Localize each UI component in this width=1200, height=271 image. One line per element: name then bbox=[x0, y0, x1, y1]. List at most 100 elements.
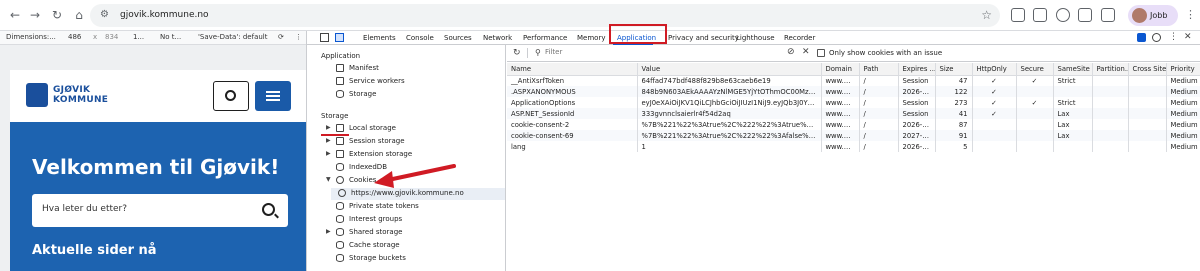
site-info-icon[interactable]: ⚙ bbox=[100, 9, 109, 20]
ai-assistant-icon[interactable] bbox=[1137, 33, 1146, 42]
sidebar-item-interest-groups[interactable]: Interest groups bbox=[321, 214, 505, 226]
sidebar-item-indexeddb[interactable]: IndexedDB bbox=[321, 162, 505, 174]
column-header[interactable]: SameSite bbox=[1053, 63, 1093, 76]
table-row[interactable]: ASP.NET_SessionId 333gvnnclsaierlr4f54d2a… bbox=[507, 108, 1200, 119]
sidebar-item-storage-overview[interactable]: Storage bbox=[321, 89, 505, 101]
sidebar-item-storage-buckets[interactable]: Storage buckets bbox=[321, 253, 505, 265]
expand-arrow-icon[interactable]: ▶ bbox=[326, 150, 331, 157]
column-header[interactable]: Size bbox=[935, 63, 973, 76]
column-header[interactable]: Name bbox=[507, 63, 638, 76]
bookmark-star-icon[interactable]: ☆ bbox=[981, 8, 992, 22]
address-bar[interactable]: ⚙ gjovik.kommune.no ☆ bbox=[90, 4, 1000, 27]
table-cell: %7B%221%22%3Atrue%2C%222%22%3Atrue%2C%22… bbox=[637, 119, 822, 130]
sidebar-item-private-state-tokens[interactable]: Private state tokens bbox=[321, 201, 505, 213]
dimensions-select[interactable]: Dimensions:... bbox=[6, 33, 56, 41]
sidebar-item-service-workers[interactable]: Service workers bbox=[321, 76, 505, 88]
reload-icon[interactable]: ↻ bbox=[50, 8, 64, 22]
sidebar-item-shared-storage[interactable]: ▶ Shared storage bbox=[321, 227, 505, 239]
cookie-filter-input[interactable] bbox=[545, 48, 775, 56]
more-icon[interactable]: ⋮ bbox=[295, 33, 302, 41]
sidebar-item-cache-storage[interactable]: Cache storage bbox=[321, 240, 505, 252]
profile-name: Jobb bbox=[1150, 11, 1168, 20]
devtools-panel: Elements Console Sources Network Perform… bbox=[306, 24, 1200, 271]
save-data-select[interactable]: 'Save-Data': default bbox=[198, 33, 267, 41]
column-header[interactable]: Value bbox=[637, 63, 822, 76]
rotate-icon[interactable]: ⟳ bbox=[278, 33, 284, 41]
tab-memory[interactable]: Memory bbox=[577, 34, 605, 42]
collapse-arrow-icon[interactable]: ▼ bbox=[326, 176, 331, 183]
address-url[interactable]: gjovik.kommune.no bbox=[120, 10, 209, 20]
application-sidebar: Application Manifest Service workers Sto… bbox=[307, 45, 506, 271]
menu-kebab-icon[interactable]: ⋮ bbox=[1185, 8, 1196, 21]
only-issue-checkbox[interactable] bbox=[817, 49, 825, 57]
expand-arrow-icon[interactable]: ▶ bbox=[326, 137, 331, 144]
column-header[interactable]: Domain bbox=[821, 63, 860, 76]
column-header[interactable]: Cross Site bbox=[1128, 63, 1167, 76]
column-header[interactable]: Expires ... bbox=[898, 63, 936, 76]
column-header[interactable]: Path bbox=[859, 63, 899, 76]
expand-arrow-icon[interactable]: ▶ bbox=[326, 124, 331, 131]
column-header[interactable]: Secure bbox=[1016, 63, 1054, 76]
profile-button[interactable]: Jobb bbox=[1128, 5, 1178, 26]
table-row[interactable]: cookie-consent-2 %7B%221%22%3Atrue%2C%222… bbox=[507, 119, 1200, 130]
table-row[interactable]: __AntiXsrfToken 64ffad747bdf488f829b8e63c… bbox=[507, 75, 1200, 86]
zoom-select[interactable]: 1... bbox=[133, 33, 144, 41]
tab-lighthouse[interactable]: Lighthouse bbox=[736, 34, 775, 42]
extension-icon[interactable] bbox=[1033, 8, 1047, 22]
devtools-more-icon[interactable]: ⋮ bbox=[1169, 32, 1178, 42]
column-header[interactable]: Partition... bbox=[1092, 63, 1129, 76]
column-header[interactable]: HttpOnly bbox=[972, 63, 1017, 76]
device-toggle-icon[interactable] bbox=[335, 33, 344, 42]
sidebar-item-extension-storage[interactable]: ▶ Extension storage bbox=[321, 149, 505, 161]
inspect-icon[interactable] bbox=[320, 33, 329, 42]
tab-performance[interactable]: Performance bbox=[523, 34, 567, 42]
table-header-row: Name Value Domain Path Expires ... Size … bbox=[507, 63, 1200, 76]
sidebar-item-local-storage[interactable]: ▶ Local storage bbox=[321, 123, 505, 135]
tab-recorder[interactable]: Recorder bbox=[784, 34, 815, 42]
table-row[interactable]: .ASPXANONYMOUS 848b9N603AEkAAAAYzNlMGE5Yj… bbox=[507, 86, 1200, 97]
sidebar-item-session-storage[interactable]: ▶ Session storage bbox=[321, 136, 505, 148]
sidebar-item-cookies[interactable]: ▼ Cookies bbox=[321, 175, 505, 187]
tab-console[interactable]: Console bbox=[406, 34, 434, 42]
table-cell: Lax bbox=[1053, 130, 1093, 141]
device-toolbar: Dimensions:... 486 x 834 1... No t... 'S… bbox=[0, 31, 306, 45]
sidebar-item-cookie-origin[interactable]: https://www.gjovik.kommune.no bbox=[331, 188, 505, 200]
site-menu-button[interactable] bbox=[255, 81, 291, 111]
expand-arrow-icon[interactable]: ▶ bbox=[326, 228, 331, 235]
settings-gear-icon[interactable] bbox=[1152, 33, 1161, 42]
clear-all-icon[interactable]: ⊘ bbox=[787, 47, 795, 57]
sidebar-item-manifest[interactable]: Manifest bbox=[321, 63, 505, 75]
translate-icon[interactable] bbox=[1011, 8, 1025, 22]
delete-selected-icon[interactable]: ✕ bbox=[802, 47, 810, 57]
table-row[interactable]: lang 1 www.gj.../2026-01... 5 Medium bbox=[507, 141, 1200, 152]
refresh-icon[interactable]: ↻ bbox=[513, 48, 521, 58]
site-header: GJØVIK KOMMUNE bbox=[10, 70, 306, 122]
site-logo[interactable]: GJØVIK KOMMUNE bbox=[26, 81, 118, 111]
table-row[interactable]: ApplicationOptions eyJ0eXAiOiJKV1QiLCJhbG… bbox=[507, 97, 1200, 108]
website-viewport: GJØVIK KOMMUNE Velkommen til Gjøvik! Akt… bbox=[10, 70, 306, 271]
tab-privacy-security[interactable]: Privacy and security bbox=[668, 34, 739, 42]
height-input[interactable]: 834 bbox=[105, 33, 118, 41]
width-input[interactable]: 486 bbox=[68, 33, 81, 41]
tab-elements[interactable]: Elements bbox=[363, 34, 396, 42]
database-icon bbox=[336, 163, 344, 171]
tab-sources[interactable]: Sources bbox=[444, 34, 472, 42]
extension-icon[interactable] bbox=[1056, 8, 1070, 22]
hero-search-input[interactable] bbox=[42, 204, 242, 214]
site-search-button[interactable] bbox=[213, 81, 249, 111]
table-cell bbox=[1092, 97, 1129, 108]
home-icon[interactable]: ⌂ bbox=[72, 8, 86, 22]
forward-icon[interactable]: → bbox=[28, 8, 42, 22]
close-icon[interactable]: ✕ bbox=[1184, 32, 1192, 42]
table-icon bbox=[336, 124, 344, 132]
tab-network[interactable]: Network bbox=[483, 34, 512, 42]
table-cell: www.gj... bbox=[821, 130, 860, 141]
puzzle-icon[interactable] bbox=[1078, 8, 1092, 22]
tab-search-icon[interactable] bbox=[1101, 8, 1115, 22]
back-icon[interactable]: ← bbox=[8, 8, 22, 22]
throttle-select[interactable]: No t... bbox=[160, 33, 181, 41]
table-cell: .ASPXANONYMOUS bbox=[507, 86, 638, 97]
table-row[interactable]: cookie-consent-69 %7B%221%22%3Atrue%2C%22… bbox=[507, 130, 1200, 141]
hero-search-box[interactable] bbox=[32, 194, 288, 227]
column-header[interactable]: Priority bbox=[1166, 63, 1200, 76]
